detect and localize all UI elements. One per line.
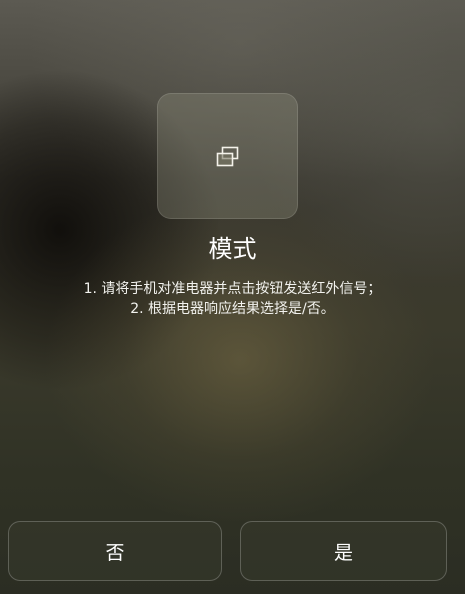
instruction-line-1: 1. 请将手机对准电器并点击按钮发送红外信号； <box>83 281 382 297</box>
copy-windows-icon <box>216 146 239 167</box>
instruction-line-2: 2. 根据电器响应结果选择是/否。 <box>130 301 335 317</box>
yes-button[interactable]: 是 <box>240 521 447 581</box>
instructions-text: 1. 请将手机对准电器并点击按钮发送红外信号； 2. 根据电器响应结果选择是/否… <box>0 279 465 319</box>
mode-test-card[interactable] <box>157 93 298 219</box>
no-button[interactable]: 否 <box>8 521 222 581</box>
page-title: 模式 <box>208 235 257 263</box>
